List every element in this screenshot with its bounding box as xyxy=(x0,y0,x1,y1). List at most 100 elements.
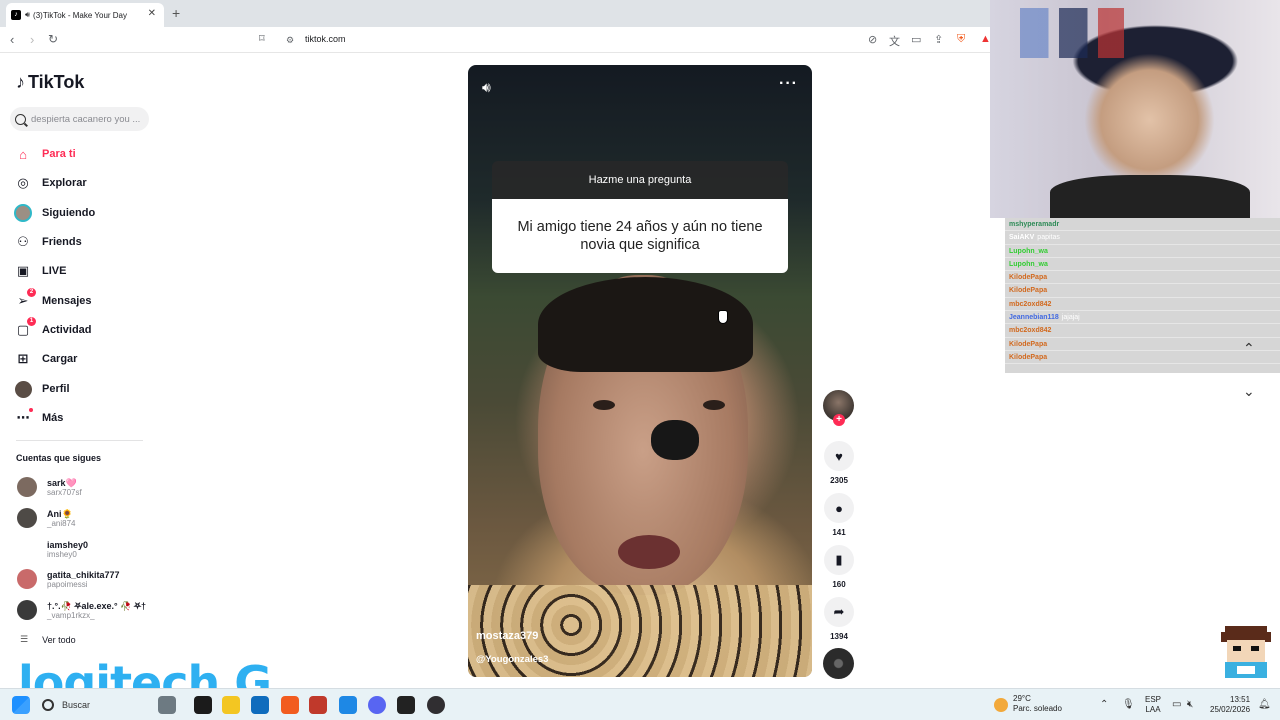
weather-widget[interactable]: 29°C Parc. soleado xyxy=(1013,694,1062,714)
nav-item-siguiendo[interactable]: Siguiendo xyxy=(14,202,95,224)
language-indicator[interactable]: ESP LAA xyxy=(1145,695,1161,715)
network-icon[interactable]: ▭ xyxy=(1172,699,1181,710)
avatar xyxy=(17,539,37,559)
follow-plus-icon[interactable]: + xyxy=(833,414,845,426)
share-action[interactable]: ➦ 1394 xyxy=(823,597,855,641)
volume-icon[interactable]: 🔊︎ xyxy=(482,79,491,96)
windows-start-icon[interactable] xyxy=(12,696,30,714)
pixel-mascot-icon xyxy=(1221,626,1271,678)
video-frame-hair xyxy=(538,277,753,372)
video-player[interactable]: 🔊︎ ··· Hazme una pregunta Mi amigo tiene… xyxy=(468,65,812,677)
tray-chevron-up-icon[interactable]: ⌃ xyxy=(1100,699,1108,710)
like-count: 2305 xyxy=(830,476,848,485)
brave-browser-icon[interactable] xyxy=(281,696,299,714)
previous-video-chevron-up-icon[interactable]: ⌃ xyxy=(1243,340,1255,357)
like-action[interactable]: ♥ 2305 xyxy=(823,441,855,485)
video-frame-eye xyxy=(703,400,725,410)
voicemeeter-icon[interactable] xyxy=(309,696,327,714)
share-arrow-icon[interactable]: ➦ xyxy=(824,597,854,627)
chat-message: mshyperamadr xyxy=(1005,218,1280,232)
taskbar-app-icon[interactable] xyxy=(194,696,212,714)
next-video-chevron-down-icon[interactable]: ⌄ xyxy=(1243,383,1255,400)
site-info-icon[interactable]: ⚙ xyxy=(286,35,294,46)
chat-user: mbc2oxd842 xyxy=(1009,327,1052,335)
reload-icon[interactable]: ↻ xyxy=(48,32,58,46)
video-author-handle[interactable]: @Yougonzales3 xyxy=(476,654,548,665)
tiktok-favicon-icon: ♪ xyxy=(11,10,21,20)
friends-icon: ⚇ xyxy=(17,234,29,249)
close-tab-icon[interactable]: ✕ xyxy=(148,8,156,19)
comment-action[interactable]: ● 141 xyxy=(823,493,855,537)
save-action[interactable]: ▮ 160 xyxy=(823,545,855,589)
nav-item-mas[interactable]: ⋯ Más xyxy=(14,407,63,429)
nav-label: Más xyxy=(42,412,64,424)
volume-muted-icon[interactable]: 🔇︎ xyxy=(1187,699,1193,710)
nav-item-live[interactable]: ▣ LIVE xyxy=(14,260,67,282)
new-tab-icon[interactable]: + xyxy=(172,5,180,21)
logo-text: TikTok xyxy=(28,72,85,92)
following-account[interactable]: sark🩷 sarx707sf xyxy=(17,474,82,500)
capcut-icon[interactable] xyxy=(397,696,415,714)
obs-icon[interactable] xyxy=(427,696,445,714)
bookmark-icon[interactable]: ▮ xyxy=(824,545,854,575)
stream-chat: mshyperamadr SaiAKV papitas Lupohn_wa Lup… xyxy=(1005,218,1280,373)
nav-item-mensajes[interactable]: ➢ 2 Mensajes xyxy=(14,288,92,312)
speaker-tab-icon[interactable]: 🔊︎ xyxy=(25,10,30,20)
url-field[interactable]: tiktok.com xyxy=(305,34,346,44)
notifications-icon[interactable]: 🔔︎ xyxy=(1258,699,1271,710)
tiktok-logo[interactable]: ♪ TikTok xyxy=(16,72,84,93)
taskbar-app-icon[interactable] xyxy=(339,696,357,714)
nav-item-friends[interactable]: ⚇ Friends xyxy=(14,231,82,253)
file-explorer-icon[interactable] xyxy=(222,696,240,714)
save-count: 160 xyxy=(832,580,846,589)
cast-icon[interactable]: ▭ xyxy=(911,33,921,46)
taskbar-search-label[interactable]: Buscar xyxy=(62,700,90,710)
nav-item-explorar[interactable]: ◎ Explorar xyxy=(14,172,87,194)
following-account[interactable]: iamshey0 imshey0 xyxy=(17,536,88,562)
brave-shield-icon[interactable]: ⛨ xyxy=(957,33,965,46)
browser-tab[interactable]: ♪ 🔊︎ (3)TikTok - Make Your Day ✕ xyxy=(6,3,164,27)
chat-message: KilodePapa xyxy=(1005,338,1280,351)
more-dot-badge xyxy=(29,408,33,412)
nav-label: Mensajes xyxy=(42,295,92,307)
nav-label: Para ti xyxy=(42,148,76,160)
following-account[interactable]: Ani🌻 _ani874 xyxy=(17,505,75,531)
browser-tab-bar: ♪ 🔊︎ (3)TikTok - Make Your Day ✕ + xyxy=(0,0,990,27)
following-account[interactable]: gatita_chikita777 papoimessi xyxy=(17,566,120,592)
nav-label: Perfil xyxy=(42,383,70,395)
video-options-icon[interactable]: ··· xyxy=(779,75,798,93)
bookmark-icon[interactable]: ⌑ xyxy=(259,32,265,45)
clock[interactable]: 13:51 25/02/2026 xyxy=(1210,695,1250,715)
chat-message: KilodePapa xyxy=(1005,271,1280,285)
weather-icon[interactable] xyxy=(994,698,1008,712)
see-all-link[interactable]: ☰ Ver todo xyxy=(20,634,76,645)
comment-icon[interactable]: ● xyxy=(824,493,854,523)
discord-icon[interactable] xyxy=(368,696,386,714)
nav-label: Explorar xyxy=(42,177,87,189)
chat-user: SaiAKV xyxy=(1009,234,1035,242)
chat-message: KilodePapa xyxy=(1005,351,1280,365)
taskbar-search-icon[interactable] xyxy=(42,699,54,711)
chat-user: KilodePapa xyxy=(1009,287,1048,295)
nav-item-cargar[interactable]: ⊞ Cargar xyxy=(14,348,78,370)
share-icon[interactable]: ⇪ xyxy=(934,33,943,46)
translate-icon[interactable]: 文 xyxy=(889,33,900,49)
nav-item-para-ti[interactable]: ⌂ Para ti xyxy=(14,143,76,165)
following-account[interactable]: †.°.🥀 ⛧ale.exe.° 🥀 ⛧† _vamp1rkzx_ xyxy=(17,597,146,623)
taskbar-app-icon[interactable] xyxy=(158,696,176,714)
video-author-name[interactable]: mostaza379 xyxy=(476,630,538,642)
nav-item-perfil[interactable]: Perfil xyxy=(14,378,70,400)
chat-message: mbc2oxd842 xyxy=(1005,298,1280,312)
search-icon[interactable] xyxy=(15,113,26,125)
mute-site-icon[interactable]: ⊘ xyxy=(868,33,877,46)
forward-icon[interactable]: › xyxy=(30,32,34,47)
store-icon[interactable] xyxy=(251,696,269,714)
music-disc-icon[interactable] xyxy=(823,648,854,679)
back-icon[interactable]: ‹ xyxy=(10,32,14,47)
chat-user: KilodePapa xyxy=(1009,274,1048,282)
search-input[interactable]: despierta cacanero you ... xyxy=(10,107,149,131)
nav-item-actividad[interactable]: ▢ 1 Actividad xyxy=(14,317,92,341)
heart-icon[interactable]: ♥ xyxy=(824,441,854,471)
search-placeholder: despierta cacanero you ... xyxy=(31,113,141,125)
microphone-icon[interactable]: 🎙︎ xyxy=(1122,699,1135,710)
